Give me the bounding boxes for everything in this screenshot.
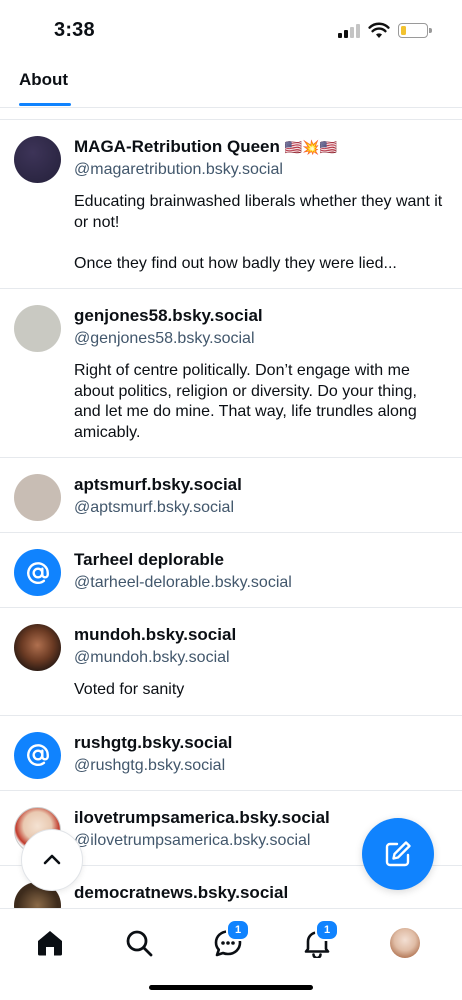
user-bio: Right of centre politically. Don’t engag…: [74, 362, 417, 441]
avatar[interactable]: [14, 624, 61, 671]
avatar[interactable]: [14, 305, 61, 352]
user-display-name: rushgtg.bsky.social: [74, 732, 233, 752]
home-indicator: [149, 985, 313, 990]
nav-search[interactable]: [115, 923, 163, 963]
search-icon: [126, 930, 153, 957]
compose-button[interactable]: [362, 818, 434, 890]
wifi-icon: [368, 22, 390, 38]
user-handle: @magaretribution.bsky.social: [74, 161, 283, 178]
at-icon[interactable]: [14, 731, 61, 779]
chat-badge: 1: [226, 919, 250, 941]
chevron-up-icon: [43, 854, 61, 865]
list-top-divider: [0, 108, 462, 120]
user-handle: @genjones58.bsky.social: [74, 330, 255, 347]
nav-profile[interactable]: [381, 923, 429, 963]
user-handle: @rushgtg.bsky.social: [74, 756, 226, 774]
user-handle: @mundoh.bsky.social: [74, 649, 230, 666]
avatar[interactable]: [14, 136, 61, 183]
flag-emojis: 🇺🇸💥🇺🇸: [284, 139, 337, 155]
at-icon[interactable]: [14, 549, 61, 596]
tab-about[interactable]: About: [19, 70, 68, 90]
profile-avatar: [390, 928, 420, 958]
avatar[interactable]: [14, 474, 61, 521]
battery-icon: [398, 23, 428, 38]
home-icon: [38, 931, 62, 956]
list-item[interactable]: MAGA-Retribution Queen 🇺🇸💥🇺🇸 @magaretrib…: [0, 120, 462, 289]
active-tab-indicator: [19, 103, 71, 106]
list-item[interactable]: mundoh.bsky.social @mundoh.bsky.social V…: [0, 608, 462, 716]
user-handle: @aptsmurf.bsky.social: [74, 499, 234, 516]
cellular-signal-icon: [338, 24, 362, 38]
user-display-name: MAGA-Retribution Queen 🇺🇸💥🇺🇸: [74, 137, 337, 156]
user-display-name: aptsmurf.bsky.social: [74, 475, 242, 494]
tab-bar: About: [0, 60, 462, 108]
list-item[interactable]: rushgtg.bsky.social @rushgtg.bsky.social: [0, 716, 462, 791]
battery-tip: [429, 28, 432, 33]
nav-notifications[interactable]: 1: [293, 919, 341, 963]
list-item[interactable]: aptsmurf.bsky.social @aptsmurf.bsky.soci…: [0, 458, 462, 533]
list-item[interactable]: Tarheel deplorable @tarheel-delorable.bs…: [0, 533, 462, 608]
list-item[interactable]: genjones58.bsky.social @genjones58.bsky.…: [0, 289, 462, 458]
nav-home[interactable]: [26, 923, 74, 963]
user-list: MAGA-Retribution Queen 🇺🇸💥🇺🇸 @magaretrib…: [0, 108, 462, 908]
nav-chat[interactable]: 1: [204, 919, 252, 963]
scroll-to-top-button[interactable]: [21, 829, 83, 891]
user-bio: Voted for sanity: [74, 681, 185, 698]
user-display-name: genjones58.bsky.social: [74, 306, 263, 325]
user-handle: @tarheel-delorable.bsky.social: [74, 574, 292, 591]
compose-icon: [385, 841, 411, 867]
user-display-name: mundoh.bsky.social: [74, 625, 237, 644]
status-bar: 3:38: [0, 0, 462, 60]
user-display-name: Tarheel deplorable: [74, 550, 224, 569]
status-time: 3:38: [54, 19, 95, 41]
notifications-badge: 1: [315, 919, 339, 941]
user-bio: Educating brainwashed liberals whether t…: [74, 193, 443, 272]
